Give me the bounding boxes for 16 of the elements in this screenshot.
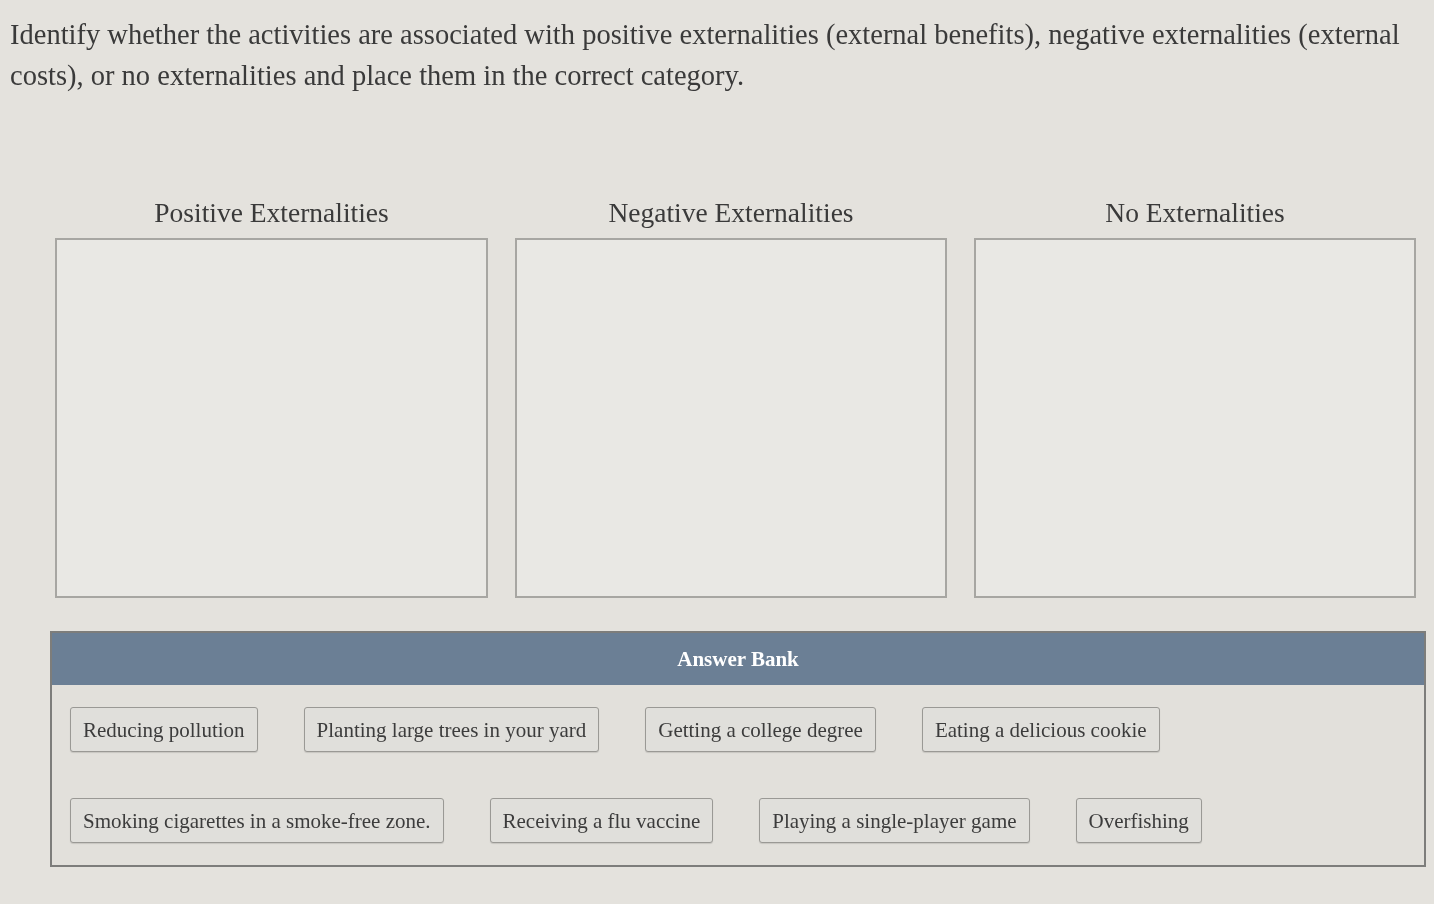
category-title: Negative Externalities — [607, 196, 855, 230]
draggable-answer[interactable]: Reducing pollution — [70, 707, 258, 752]
drop-zone[interactable] — [55, 238, 488, 598]
draggable-answer[interactable]: Smoking cigarettes in a smoke-free zone. — [70, 798, 444, 843]
instruction-text: Identify whether the activities are associated with positive externalities (external benefits), negative externalities (external costs), or no externalities and place them in the correct category. — [9, 18, 1401, 93]
draggable-answer[interactable]: Receiving a flu vaccine — [489, 798, 714, 843]
answer-bank-header: Answer Bank — [52, 633, 1424, 685]
drop-zone[interactable] — [974, 238, 1416, 598]
drop-zone[interactable] — [515, 238, 947, 598]
draggable-answer[interactable]: Overfishing — [1075, 798, 1202, 843]
draggable-answer[interactable]: Eating a delicious cookie — [921, 707, 1160, 752]
category-title: No Externalities — [1104, 196, 1286, 230]
draggable-answer[interactable]: Planting large trees in your yard — [303, 707, 600, 752]
draggable-answer[interactable]: Getting a college degree — [645, 707, 876, 752]
draggable-answer[interactable]: Playing a single-player game — [759, 798, 1030, 843]
category-title: Positive Externalities — [153, 196, 390, 230]
